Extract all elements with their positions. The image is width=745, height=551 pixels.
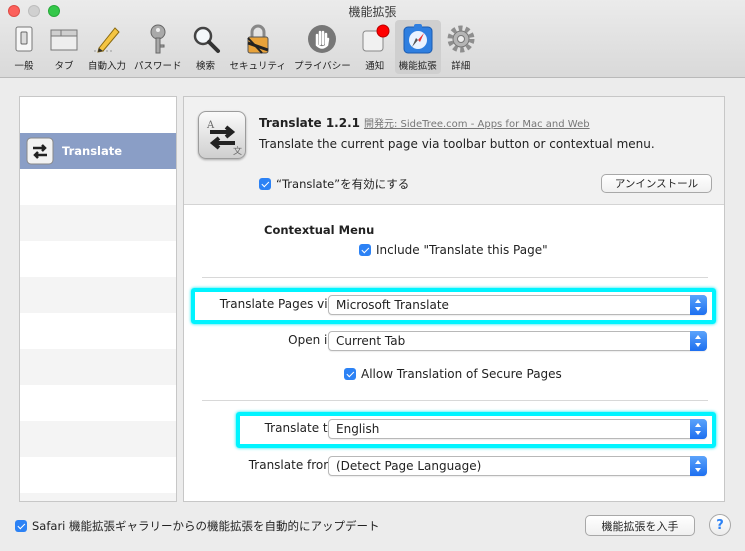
translate-to-value: English [336,422,380,436]
enable-extension-checkbox[interactable]: “Translate”を有効にする [259,176,409,192]
preferences-toolbar: 一般 タブ 自動入力 パスワード 検索 セキュリティ プライバシー 通知 機能拡… [4,20,481,76]
extensions-list: Translate [19,96,177,502]
translate-to-row: Translate to: English [184,417,724,443]
toolbar-item-tabs[interactable]: タブ [44,20,84,74]
toolbar-item-autofill[interactable]: 自動入力 [84,20,130,74]
help-button[interactable]: ? [709,514,731,536]
toolbar-item-general[interactable]: 一般 [4,20,44,74]
sidebar-item-label: Translate [62,144,123,158]
toolbar-label: 通知 [365,61,385,72]
translate-from-value: (Detect Page Language) [336,459,482,473]
toolbar-label: セキュリティ [229,61,286,72]
translate-app-icon: A 文 [198,111,246,159]
svg-text:A: A [206,120,215,131]
svg-text:文: 文 [233,145,242,157]
magnifier-icon [190,23,222,55]
contextual-menu-heading: Contextual Menu [264,223,375,237]
enable-extension-label: “Translate”を有効にする [276,177,410,191]
toolbar-label: 検索 [196,61,216,72]
toolbar-item-passwords[interactable]: パスワード [130,20,186,74]
padlock-icon [242,23,274,55]
auto-update-label: Safari 機能拡張ギャラリーからの機能拡張を自動的にアップデート [32,519,380,533]
toolbar-label: タブ [54,61,74,72]
toolbar-label: 一般 [14,61,34,72]
extension-details: A 文 Translate 1.2.1 開発元: SideTree.com - A… [183,96,725,502]
autofill-pencil-icon [91,23,123,55]
key-icon [142,23,174,55]
gear-icon [445,23,477,55]
toolbar-label: プライバシー [293,61,351,72]
extension-header: A 文 Translate 1.2.1 開発元: SideTree.com - A… [184,97,724,205]
toolbar-item-privacy[interactable]: プライバシー [290,20,355,74]
separator [202,400,708,401]
translate-small-icon [26,137,54,165]
checkbox-checked[interactable] [15,520,27,532]
open-in-select[interactable]: Current Tab [328,331,707,351]
notification-badge-icon [359,23,391,55]
checkbox-checked[interactable] [359,244,371,256]
window-titlebar: 機能拡張 一般 タブ 自動入力 パスワード 検索 セキュリティ プライバシー 通… [0,0,745,78]
updown-arrows-icon [690,331,707,351]
toolbar-item-search[interactable]: 検索 [186,20,226,74]
translate-from-row: Translate from: (Detect Page Language) [184,454,724,480]
translate-to-select[interactable]: English [328,419,707,439]
allow-secure-pages-label: Allow Translation of Secure Pages [361,367,562,381]
translate-from-label: Translate from: [248,458,339,472]
translate-via-label: Translate Pages via: [219,297,339,311]
toolbar-item-notifications[interactable]: 通知 [355,20,395,74]
open-in-value: Current Tab [336,334,406,348]
include-translate-page-checkbox[interactable]: Include "Translate this Page" [359,243,548,257]
extensions-pane: Translate A 文 Translate 1.2.1 開発元: SideTr… [19,96,725,504]
translate-via-value: Microsoft Translate [336,298,449,312]
translate-via-select[interactable]: Microsoft Translate [328,295,707,315]
toolbar-label: 自動入力 [88,61,127,72]
toolbar-item-extensions[interactable]: 機能拡張 [394,20,441,74]
extension-description: Translate the current page via toolbar b… [259,137,655,151]
get-extensions-button[interactable]: 機能拡張を入手 [585,515,695,536]
hand-icon [306,23,338,55]
toolbar-label: 機能拡張 [398,61,437,72]
extension-name: Translate 1.2.1 開発元: SideTree.com - Apps … [259,116,590,130]
updown-arrows-icon [690,456,707,476]
toolbar-item-advanced[interactable]: 詳細 [441,20,481,74]
checkbox-checked[interactable] [344,368,356,380]
general-switch-icon [8,23,40,55]
extensions-icon [402,23,434,55]
checkbox-checked[interactable] [259,178,271,190]
toolbar-item-security[interactable]: セキュリティ [226,20,290,74]
auto-update-checkbox[interactable]: Safari 機能拡張ギャラリーからの機能拡張を自動的にアップデート [15,518,380,534]
updown-arrows-icon [690,419,707,439]
developer-link[interactable]: 開発元: SideTree.com - Apps for Mac and Web [364,119,590,130]
tabs-icon [48,23,80,55]
translate-from-select[interactable]: (Detect Page Language) [328,456,707,476]
updown-arrows-icon [690,295,707,315]
include-translate-page-label: Include "Translate this Page" [376,243,548,257]
allow-secure-pages-checkbox[interactable]: Allow Translation of Secure Pages [344,367,562,381]
toolbar-label: 詳細 [451,61,471,72]
window-title: 機能拡張 [348,5,397,19]
open-in-row: Open in: Current Tab [184,329,724,355]
translate-via-row: Translate Pages via: Microsoft Translate [184,293,724,319]
sidebar-item-translate[interactable]: Translate [20,133,176,169]
uninstall-button[interactable]: アンインストール [601,174,712,193]
toolbar-label: パスワード [134,61,182,72]
separator [202,277,708,278]
